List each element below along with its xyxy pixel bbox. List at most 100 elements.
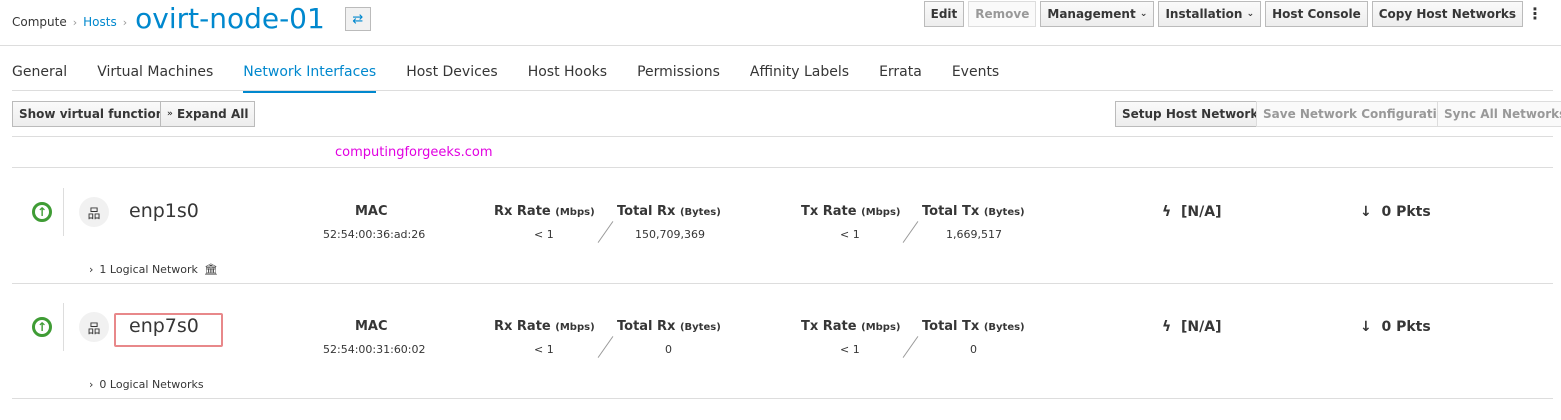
divider xyxy=(0,45,1561,46)
total-rx-text: Total Rx xyxy=(617,204,676,219)
total-tx-text: Total Tx xyxy=(922,319,980,334)
unit: (Mbps) xyxy=(555,207,595,218)
page-title: ovirt-node-01 xyxy=(135,2,325,35)
host-console-button[interactable]: Host Console xyxy=(1265,1,1368,27)
arrow-down-icon: ↓ xyxy=(1360,319,1372,335)
interface-name: enp7s0 xyxy=(129,315,199,337)
chevron-right-icon: › xyxy=(89,378,94,391)
kebab-menu-icon[interactable]: ⋮ xyxy=(1527,4,1543,23)
breadcrumb-hosts[interactable]: Hosts xyxy=(83,15,117,29)
separator-slash xyxy=(597,336,614,358)
tab-virtual-machines[interactable]: Virtual Machines xyxy=(97,64,213,93)
tab-affinity-labels[interactable]: Affinity Labels xyxy=(750,64,849,93)
expand-all-label: Expand All xyxy=(177,107,249,121)
total-rx-value: 150,709,369 xyxy=(635,228,705,241)
total-rx-label: Total Rx (Bytes) xyxy=(617,319,721,334)
drops: ↓ 0 Pkts xyxy=(1360,204,1431,220)
tab-errata[interactable]: Errata xyxy=(879,64,922,93)
total-tx-text: Total Tx xyxy=(922,204,980,219)
speed: ϟ [N/A] xyxy=(1162,204,1221,220)
total-rx-label: Total Rx (Bytes) xyxy=(617,204,721,219)
chevron-right-icon: › xyxy=(72,15,78,29)
divider xyxy=(12,167,1553,168)
save-network-configuration-button[interactable]: Save Network Configuration xyxy=(1256,101,1461,127)
separator-slash xyxy=(902,221,919,243)
tab-events[interactable]: Events xyxy=(952,64,999,93)
drops-value: 0 Pkts xyxy=(1381,204,1431,220)
double-chevron-down-icon: » xyxy=(167,109,173,119)
chevron-right-icon: › xyxy=(89,263,94,276)
expand-all-button[interactable]: » Expand All xyxy=(160,101,256,127)
divider xyxy=(63,303,64,351)
breadcrumb: Compute › Hosts › ovirt-node-01 ⇄ xyxy=(12,5,371,33)
mac-label: MAC xyxy=(355,319,388,334)
unit: (Bytes) xyxy=(679,322,721,333)
tabs: General Virtual Machines Network Interfa… xyxy=(12,64,1029,93)
divider xyxy=(12,90,1553,91)
tx-rate-value: < 1 xyxy=(840,228,860,241)
swap-icon: ⇄ xyxy=(352,11,364,27)
separator-slash xyxy=(902,336,919,358)
tx-rate-text: Tx Rate xyxy=(801,319,857,334)
bank-icon: 🏛 xyxy=(203,263,218,276)
management-label: Management xyxy=(1047,7,1136,21)
tx-rate-label: Tx Rate (Mbps) xyxy=(801,204,901,219)
speed: ϟ [N/A] xyxy=(1162,319,1221,335)
total-rx-text: Total Rx xyxy=(617,319,676,334)
speed-value: [N/A] xyxy=(1181,204,1222,220)
bolt-icon: ϟ xyxy=(1162,319,1172,335)
show-virtual-functions-button[interactable]: Show virtual functions xyxy=(12,101,179,127)
divider xyxy=(63,188,64,236)
watermark: computingforgeeks.com xyxy=(335,145,493,160)
separator-slash xyxy=(597,221,614,243)
rx-rate-value: < 1 xyxy=(534,228,554,241)
tab-network-interfaces[interactable]: Network Interfaces xyxy=(243,64,377,93)
total-tx-value: 1,669,517 xyxy=(946,228,1002,241)
arrow-down-icon: ↓ xyxy=(1360,204,1372,220)
setup-host-networks-button[interactable]: Setup Host Networks xyxy=(1115,101,1273,127)
logical-networks-label: 0 Logical Networks xyxy=(99,378,204,391)
divider xyxy=(12,398,1553,399)
mac-value: 52:54:00:31:60:02 xyxy=(323,343,426,356)
tab-permissions[interactable]: Permissions xyxy=(637,64,720,93)
unit: (Bytes) xyxy=(983,322,1025,333)
status-up-icon: ↑ xyxy=(32,317,52,337)
logical-networks-label: 1 Logical Network xyxy=(99,263,198,276)
chevron-down-icon: ⌄ xyxy=(1246,9,1255,19)
divider xyxy=(12,136,1553,137)
tx-rate-value: < 1 xyxy=(840,343,860,356)
bolt-icon: ϟ xyxy=(1162,204,1172,220)
remove-button[interactable]: Remove xyxy=(968,1,1037,27)
rx-rate-label: Rx Rate (Mbps) xyxy=(494,319,595,334)
unit: (Mbps) xyxy=(861,207,901,218)
network-icon: 品 xyxy=(79,312,109,342)
total-tx-label: Total Tx (Bytes) xyxy=(922,319,1025,334)
unit: (Bytes) xyxy=(679,207,721,218)
total-tx-value: 0 xyxy=(970,343,977,356)
logical-networks-toggle[interactable]: › 0 Logical Networks xyxy=(89,378,204,391)
tx-rate-text: Tx Rate xyxy=(801,204,857,219)
edit-button[interactable]: Edit xyxy=(923,1,965,27)
logical-networks-toggle[interactable]: › 1 Logical Network 🏛 xyxy=(89,263,218,276)
drops: ↓ 0 Pkts xyxy=(1360,319,1431,335)
switch-host-button[interactable]: ⇄ xyxy=(344,7,371,31)
mac-value: 52:54:00:36:ad:26 xyxy=(323,228,426,241)
unit: (Mbps) xyxy=(861,322,901,333)
management-dropdown[interactable]: Management ⌄ xyxy=(1040,1,1155,27)
rx-rate-label: Rx Rate (Mbps) xyxy=(494,204,595,219)
tab-host-devices[interactable]: Host Devices xyxy=(406,64,498,93)
sync-all-networks-button[interactable]: Sync All Networks xyxy=(1437,101,1561,127)
chevron-down-icon: ⌄ xyxy=(1139,9,1148,19)
rx-rate-text: Rx Rate xyxy=(494,204,551,219)
breadcrumb-compute[interactable]: Compute xyxy=(12,15,67,29)
rx-rate-value: < 1 xyxy=(534,343,554,356)
status-up-icon: ↑ xyxy=(32,202,52,222)
tab-general[interactable]: General xyxy=(12,64,67,93)
copy-host-networks-button[interactable]: Copy Host Networks xyxy=(1371,1,1523,27)
network-icon: 品 xyxy=(79,197,109,227)
tab-host-hooks[interactable]: Host Hooks xyxy=(528,64,607,93)
installation-dropdown[interactable]: Installation ⌄ xyxy=(1158,1,1262,27)
installation-label: Installation xyxy=(1165,7,1243,21)
speed-value: [N/A] xyxy=(1181,319,1222,335)
mac-label: MAC xyxy=(355,204,388,219)
